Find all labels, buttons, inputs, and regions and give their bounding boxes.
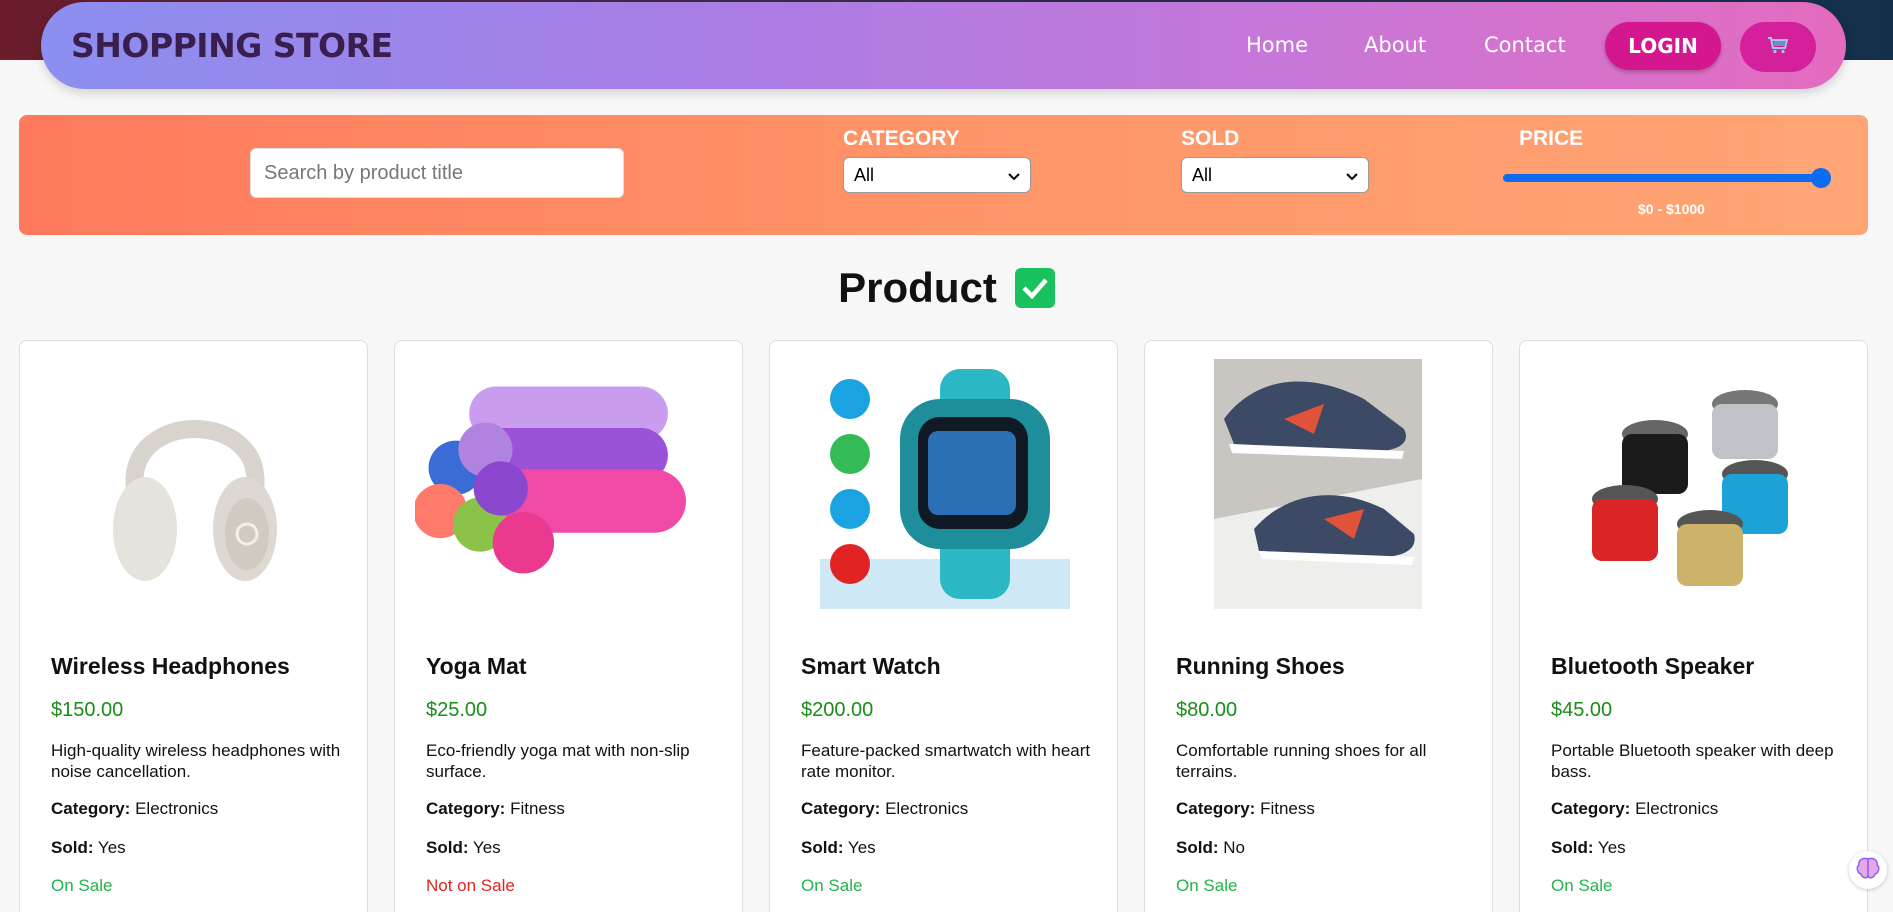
section-heading: Product xyxy=(0,264,1893,312)
product-category: Electronics xyxy=(135,799,219,818)
product-card[interactable]: Running Shoes $80.00 Comfortable running… xyxy=(1144,340,1493,912)
section-title: Product xyxy=(838,264,997,311)
category-label: Category: xyxy=(801,799,881,818)
running-shoes-image xyxy=(1214,359,1422,609)
product-card[interactable]: Wireless Headphones $150.00 High-quality… xyxy=(19,340,368,912)
sale-status: On Sale xyxy=(1551,876,1613,895)
product-category: Electronics xyxy=(885,799,969,818)
product-price: $25.00 xyxy=(426,699,488,721)
login-button[interactable]: LOGIN xyxy=(1605,22,1721,70)
sold-label: Sold: xyxy=(801,838,844,857)
sold-select-value: All xyxy=(1192,164,1213,185)
category-select-value: All xyxy=(854,164,875,185)
nav-contact-link[interactable]: Contact xyxy=(1484,33,1566,57)
product-price: $80.00 xyxy=(1176,699,1238,721)
product-title[interactable]: Wireless Headphones xyxy=(51,653,290,680)
category-label: Category: xyxy=(426,799,506,818)
checkmark-icon xyxy=(1014,268,1055,308)
product-sold-row: Sold: Yes xyxy=(51,838,126,858)
price-filter-label: PRICE xyxy=(1519,127,1584,150)
sale-status: Not on Sale xyxy=(426,876,515,895)
sold-select[interactable]: All xyxy=(1181,157,1369,193)
navbar: SHOPPING STORE Home About Contact LOGIN xyxy=(41,2,1846,89)
product-title[interactable]: Yoga Mat xyxy=(426,653,527,680)
bluetooth-speaker-image xyxy=(1570,359,1820,609)
product-title[interactable]: Bluetooth Speaker xyxy=(1551,653,1754,680)
product-sold-row: Sold: Yes xyxy=(426,838,501,858)
sold-label: Sold: xyxy=(1176,838,1219,857)
product-description: Comfortable running shoes for all terrai… xyxy=(1176,741,1427,781)
product-category-row: Category: Electronics xyxy=(801,799,968,819)
product-sold-row: Sold: Yes xyxy=(801,838,876,858)
product-sold-row: Sold: No xyxy=(1176,838,1245,858)
product-title[interactable]: Running Shoes xyxy=(1176,653,1345,680)
product-description: Feature-packed smartwatch with heart rat… xyxy=(801,741,1091,781)
product-card[interactable]: Bluetooth Speaker $45.00 Portable Blueto… xyxy=(1519,340,1868,912)
filter-bar: CATEGORY All SOLD All PRICE $0 - $1000 xyxy=(19,115,1868,235)
price-slider-track[interactable] xyxy=(1503,174,1823,182)
sold-label: Sold: xyxy=(1551,838,1594,857)
product-sold: Yes xyxy=(97,838,126,857)
cart-button[interactable] xyxy=(1740,22,1816,72)
product-card[interactable]: Smart Watch $200.00 Feature-packed smart… xyxy=(769,340,1118,912)
cart-icon xyxy=(1767,36,1789,59)
sold-label: Sold: xyxy=(51,838,94,857)
sale-status: On Sale xyxy=(51,876,113,895)
product-sold: Yes xyxy=(847,838,876,857)
category-label: Category: xyxy=(1176,799,1256,818)
brain-icon xyxy=(1855,856,1881,885)
sale-status: On Sale xyxy=(801,876,863,895)
yoga-mat-image xyxy=(415,359,695,609)
product-category-row: Category: Fitness xyxy=(426,799,565,819)
sold-filter-label: SOLD xyxy=(1181,127,1240,150)
product-sold: Yes xyxy=(472,838,501,857)
headphones-image xyxy=(70,359,320,609)
sale-status: On Sale xyxy=(1176,876,1238,895)
product-category: Fitness xyxy=(1260,799,1315,818)
product-sold-row: Sold: Yes xyxy=(1551,838,1626,858)
smart-watch-image xyxy=(820,359,1070,609)
product-price: $200.00 xyxy=(801,699,874,721)
product-price: $45.00 xyxy=(1551,699,1613,721)
product-category: Fitness xyxy=(510,799,565,818)
chevron-down-icon xyxy=(1008,165,1020,186)
product-description: High-quality wireless headphones with no… xyxy=(51,741,341,781)
chevron-down-icon xyxy=(1346,165,1358,186)
category-label: Category: xyxy=(51,799,131,818)
product-card[interactable]: Yoga Mat $25.00 Eco-friendly yoga mat wi… xyxy=(394,340,743,912)
product-category-row: Category: Fitness xyxy=(1176,799,1315,819)
product-price: $150.00 xyxy=(51,699,124,721)
product-sold: No xyxy=(1223,838,1245,857)
price-range-text: $0 - $1000 xyxy=(1638,201,1705,217)
assistant-button[interactable] xyxy=(1849,851,1887,889)
product-description: Eco-friendly yoga mat with non-slip surf… xyxy=(426,741,690,781)
product-category: Electronics xyxy=(1635,799,1719,818)
brand-logo[interactable]: SHOPPING STORE xyxy=(71,26,393,65)
product-category-row: Category: Electronics xyxy=(1551,799,1718,819)
price-slider-thumb[interactable] xyxy=(1811,168,1831,188)
category-label: Category: xyxy=(1551,799,1631,818)
category-filter-label: CATEGORY xyxy=(843,127,960,150)
product-title[interactable]: Smart Watch xyxy=(801,653,941,680)
product-category-row: Category: Electronics xyxy=(51,799,218,819)
sold-label: Sold: xyxy=(426,838,469,857)
product-sold: Yes xyxy=(1597,838,1626,857)
nav-home-link[interactable]: Home xyxy=(1246,33,1308,57)
search-input[interactable] xyxy=(250,148,624,198)
product-description: Portable Bluetooth speaker with deep bas… xyxy=(1551,741,1834,781)
nav-about-link[interactable]: About xyxy=(1364,33,1426,57)
category-select[interactable]: All xyxy=(843,157,1031,193)
